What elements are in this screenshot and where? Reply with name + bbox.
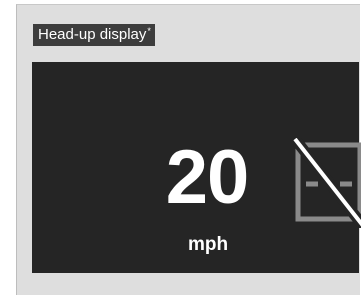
section-title: Head-up display* <box>33 24 155 46</box>
lane-keeping-off-icon <box>292 138 361 228</box>
speed-value: 20 <box>165 135 250 220</box>
footnote-mark: * <box>147 26 151 36</box>
hud-panel: Head-up display* 20 mph <box>16 4 361 295</box>
section-title-text: Head-up display <box>38 26 147 43</box>
hud-screen: 20 mph <box>32 62 361 273</box>
speed-unit: mph <box>187 234 229 255</box>
